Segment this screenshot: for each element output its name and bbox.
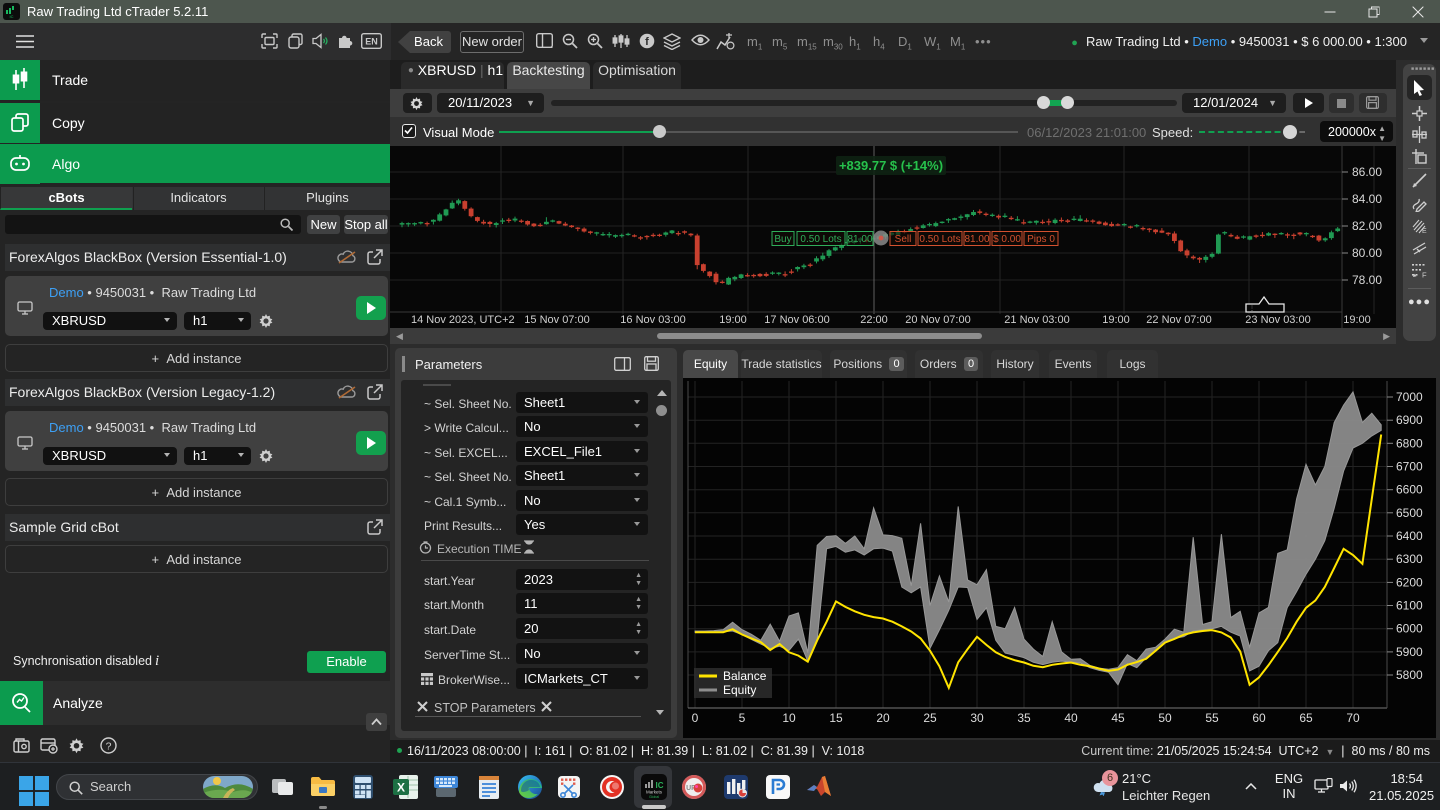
svg-text:30: 30 [970, 711, 984, 725]
svg-text:0.50 Lots: 0.50 Lots [800, 234, 841, 245]
svg-text:84.00: 84.00 [1352, 192, 1382, 206]
svg-text:Pips 0: Pips 0 [1027, 234, 1055, 245]
svg-text:21 Nov 03:00: 21 Nov 03:00 [1004, 314, 1069, 326]
svg-text:6100: 6100 [1396, 599, 1423, 613]
svg-text:19:00: 19:00 [1102, 314, 1130, 326]
svg-text:35: 35 [1017, 711, 1031, 725]
svg-text:EN: EN [365, 37, 378, 47]
svg-text:Balance: Balance [723, 669, 767, 683]
svg-text:15: 15 [829, 711, 843, 725]
svg-text:60: 60 [1252, 711, 1266, 725]
svg-text:81.00: 81.00 [847, 234, 872, 245]
svg-text:f: f [645, 36, 649, 48]
svg-text:80.00: 80.00 [1352, 246, 1382, 260]
svg-text:78.00: 78.00 [1352, 273, 1382, 287]
svg-text:Equity: Equity [723, 683, 756, 697]
svg-text:⋮: ⋮ [1249, 306, 1255, 312]
svg-text:Sell: Sell [895, 234, 912, 245]
svg-text:19:00: 19:00 [1343, 314, 1371, 326]
svg-text:86.00: 86.00 [1352, 165, 1382, 179]
svg-text:10: 10 [782, 711, 796, 725]
svg-text:6400: 6400 [1396, 529, 1423, 543]
svg-text:25: 25 [923, 711, 937, 725]
svg-text:6600: 6600 [1396, 483, 1423, 497]
svg-text:20 Nov 07:00: 20 Nov 07:00 [905, 314, 970, 326]
svg-text:45: 45 [1111, 711, 1125, 725]
svg-text:17 Nov 06:00: 17 Nov 06:00 [764, 314, 829, 326]
svg-text:22:00: 22:00 [860, 314, 888, 326]
svg-text:5800: 5800 [1396, 668, 1423, 682]
svg-text:6900: 6900 [1396, 413, 1423, 427]
svg-text:14 Nov 2023, UTC+2: 14 Nov 2023, UTC+2 [411, 314, 515, 326]
svg-text:X: X [397, 781, 405, 795]
svg-text:5: 5 [739, 711, 746, 725]
svg-text:7000: 7000 [1396, 390, 1423, 404]
svg-text:70: 70 [1346, 711, 1360, 725]
svg-text:0.50 Lots: 0.50 Lots [919, 234, 960, 245]
svg-text:6200: 6200 [1396, 575, 1423, 589]
svg-text:65: 65 [1299, 711, 1313, 725]
svg-text:Buy: Buy [774, 234, 791, 245]
svg-text:82.00: 82.00 [1352, 219, 1382, 233]
svg-text:20: 20 [876, 711, 890, 725]
svg-text:5900: 5900 [1396, 645, 1423, 659]
svg-text:50: 50 [1158, 711, 1172, 725]
svg-text:IC: IC [10, 14, 14, 19]
svg-text:15 Nov 07:00: 15 Nov 07:00 [524, 314, 589, 326]
svg-text:?: ? [106, 741, 112, 753]
svg-text:$ 0.00: $ 0.00 [993, 234, 1021, 245]
svg-text:6300: 6300 [1396, 552, 1423, 566]
svg-text:Global: Global [649, 795, 659, 799]
svg-text:81.00: 81.00 [964, 234, 989, 245]
svg-text:16 Nov 03:00: 16 Nov 03:00 [620, 314, 685, 326]
svg-text:23 Nov 03:00: 23 Nov 03:00 [1245, 314, 1310, 326]
svg-text:55: 55 [1205, 711, 1219, 725]
svg-text:0: 0 [692, 711, 699, 725]
svg-text:40: 40 [1064, 711, 1078, 725]
svg-text:F: F [1422, 271, 1427, 280]
svg-text:19:00: 19:00 [719, 314, 747, 326]
svg-text:6000: 6000 [1396, 622, 1423, 636]
svg-text:+839.77 $ (+14%): +839.77 $ (+14%) [839, 158, 943, 173]
svg-text:6500: 6500 [1396, 506, 1423, 520]
svg-text:Markets: Markets [646, 790, 663, 795]
svg-text:6700: 6700 [1396, 460, 1423, 474]
svg-text:6800: 6800 [1396, 436, 1423, 450]
svg-text:E: E [1422, 228, 1427, 235]
svg-text:22 Nov 07:00: 22 Nov 07:00 [1146, 314, 1211, 326]
